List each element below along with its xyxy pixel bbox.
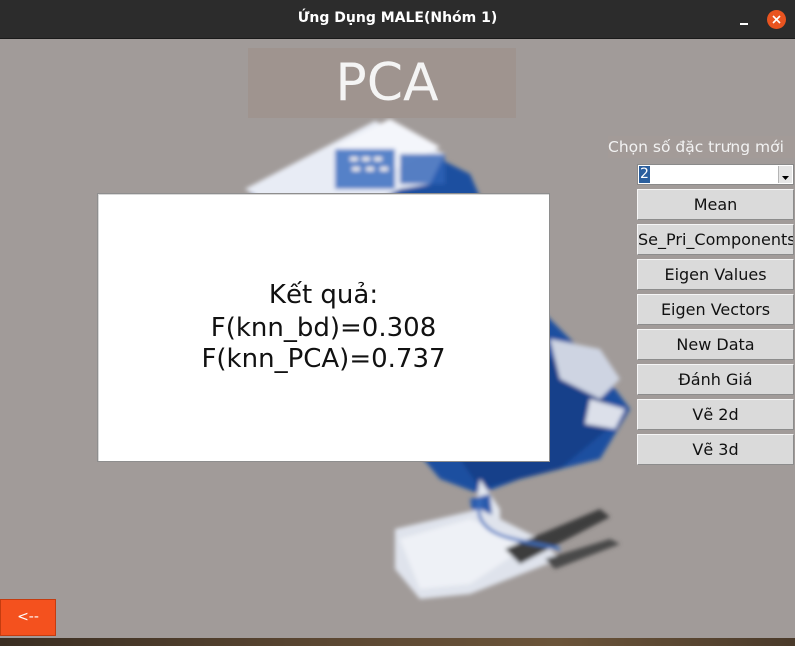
danh-gia-button[interactable]: Đánh Giá [637,364,794,395]
result-knn-bd: F(knn_bd)=0.308 [210,313,437,343]
title-bar[interactable]: Ứng Dụng MALE(Nhóm 1) [0,0,795,39]
back-button[interactable]: <-- [0,599,56,636]
eigen-vectors-button[interactable]: Eigen Vectors [637,294,794,325]
mean-button[interactable]: Mean [637,189,794,220]
ve-2d-button[interactable]: Vẽ 2d [637,399,794,430]
ve-3d-button[interactable]: Vẽ 3d [637,434,794,465]
feature-count-label: Chọn số đặc trưng mới [608,136,795,158]
window-title: Ứng Dụng MALE(Nhóm 1) [297,10,498,26]
se-pri-components-button[interactable]: Se_Pri_Components [637,224,794,255]
result-knn-pca: F(knn_PCA)=0.737 [201,344,446,374]
chevron-down-icon[interactable] [778,166,792,183]
page-title: PCA [335,53,439,113]
minimize-icon[interactable] [734,10,754,30]
new-data-button[interactable]: New Data [637,329,794,360]
app-window: Ứng Dụng MALE(Nhóm 1) PCA Chọn số đặc tr… [0,0,795,646]
desktop-background-strip [0,638,795,646]
feature-count-select[interactable]: 2 [637,164,794,185]
result-heading: Kết quả: [268,280,379,310]
result-panel: Kết quả: F(knn_bd)=0.308 F(knn_PCA)=0.73… [97,193,550,462]
close-icon[interactable] [767,10,786,29]
eigen-values-button[interactable]: Eigen Values [637,259,794,290]
feature-count-value: 2 [639,166,650,183]
